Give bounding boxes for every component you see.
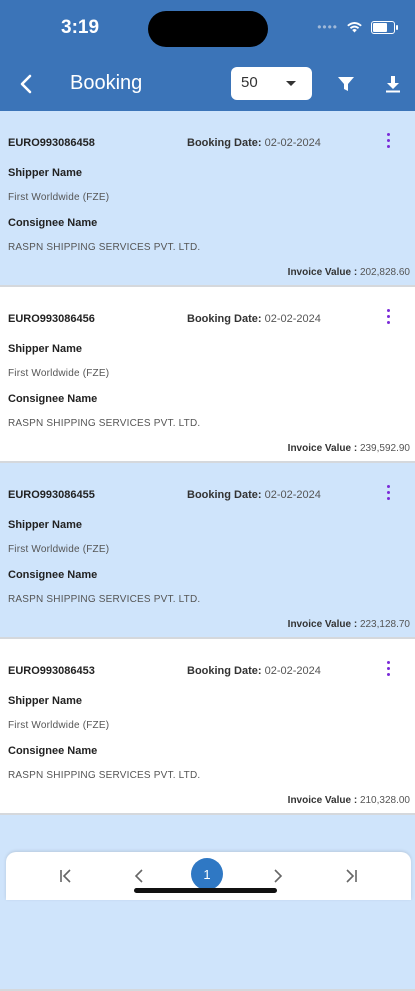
- booking-date-label: Booking Date:: [187, 137, 262, 149]
- chevron-right-icon: [274, 869, 283, 883]
- booking-date-value: 02-02-2024: [264, 489, 321, 501]
- chevron-left-icon: [134, 869, 143, 883]
- booking-card[interactable]: EURO993086453 Booking Date: 02-02-2024 S…: [0, 639, 415, 815]
- shipper-label: Shipper Name: [8, 695, 82, 707]
- invoice-label: Invoice Value :: [287, 267, 358, 278]
- consignee-label: Consignee Name: [8, 217, 98, 229]
- invoice-label: Invoice Value :: [287, 619, 358, 630]
- consignee-label: Consignee Name: [8, 393, 98, 405]
- consignee-value: RASPN SHIPPING SERVICES PVT. LTD.: [8, 770, 201, 781]
- consignee-value: RASPN SHIPPING SERVICES PVT. LTD.: [8, 242, 201, 253]
- battery-icon: [371, 20, 398, 34]
- last-page-button[interactable]: [341, 866, 361, 886]
- booking-date: Booking Date: 02-02-2024: [187, 489, 321, 501]
- page-size-value: 50: [241, 74, 258, 91]
- status-bar: 3:19 ••••: [0, 0, 415, 56]
- shipper-value: First Worldwide (FZE): [8, 192, 110, 203]
- booking-date-value: 02-02-2024: [264, 665, 321, 677]
- filter-button[interactable]: [333, 70, 359, 98]
- current-page-button[interactable]: 1: [191, 858, 223, 890]
- booking-date: Booking Date: 02-02-2024: [187, 665, 321, 677]
- shipper-value: First Worldwide (FZE): [8, 544, 110, 555]
- booking-date-label: Booking Date:: [187, 489, 262, 501]
- booking-card[interactable]: EURO993086455 Booking Date: 02-02-2024 S…: [0, 463, 415, 639]
- wifi-icon: [347, 22, 362, 33]
- download-button[interactable]: [380, 70, 406, 98]
- more-options-icon[interactable]: [380, 309, 396, 329]
- status-icons: ••••: [317, 20, 398, 34]
- page-size-select[interactable]: 50: [231, 67, 312, 100]
- booking-card[interactable]: EURO993086458 Booking Date: 02-02-2024 S…: [0, 111, 415, 287]
- more-options-icon[interactable]: [380, 485, 396, 505]
- booking-id: EURO993086455: [8, 489, 95, 501]
- invoice-value: Invoice Value : 202,828.60: [288, 267, 410, 278]
- app-header: 3:19 •••• Booking 50: [0, 0, 415, 111]
- dynamic-island: [148, 11, 268, 47]
- back-button[interactable]: [10, 66, 42, 102]
- booking-id: EURO993086458: [8, 137, 95, 149]
- invoice-amount: 210,328.00: [359, 795, 410, 806]
- invoice-label: Invoice Value :: [287, 795, 358, 806]
- consignee-value: RASPN SHIPPING SERVICES PVT. LTD.: [8, 418, 201, 429]
- caret-down-icon: [286, 81, 296, 86]
- nav-bar: Booking 50: [0, 56, 415, 111]
- first-page-button[interactable]: [56, 866, 76, 886]
- invoice-amount: 239,592.90: [359, 443, 410, 454]
- filter-icon: [338, 77, 354, 91]
- cellular-icon: ••••: [317, 20, 338, 34]
- booking-card-partial[interactable]: [0, 815, 415, 991]
- invoice-value: Invoice Value : 210,328.00: [288, 795, 410, 806]
- consignee-label: Consignee Name: [8, 745, 98, 757]
- first-page-icon: [60, 869, 71, 883]
- booking-date-label: Booking Date:: [187, 313, 262, 325]
- invoice-amount: 202,828.60: [359, 267, 410, 278]
- shipper-label: Shipper Name: [8, 519, 82, 531]
- chevron-left-icon: [20, 74, 32, 94]
- shipper-value: First Worldwide (FZE): [8, 368, 110, 379]
- consignee-label: Consignee Name: [8, 569, 98, 581]
- page-title: Booking: [70, 72, 143, 94]
- booking-date-label: Booking Date:: [187, 665, 262, 677]
- download-icon: [386, 76, 400, 93]
- last-page-icon: [346, 869, 357, 883]
- invoice-value: Invoice Value : 239,592.90: [288, 443, 410, 454]
- booking-id: EURO993086456: [8, 313, 95, 325]
- consignee-value: RASPN SHIPPING SERVICES PVT. LTD.: [8, 594, 201, 605]
- booking-date: Booking Date: 02-02-2024: [187, 313, 321, 325]
- booking-date-value: 02-02-2024: [264, 137, 321, 149]
- shipper-label: Shipper Name: [8, 167, 82, 179]
- booking-id: EURO993086453: [8, 665, 95, 677]
- prev-page-button[interactable]: [129, 866, 149, 886]
- shipper-label: Shipper Name: [8, 343, 82, 355]
- status-time: 3:19: [61, 17, 100, 38]
- booking-date: Booking Date: 02-02-2024: [187, 137, 321, 149]
- invoice-value: Invoice Value : 223,128.70: [288, 619, 410, 630]
- shipper-value: First Worldwide (FZE): [8, 720, 110, 731]
- more-options-icon[interactable]: [380, 661, 396, 681]
- home-indicator: [134, 888, 277, 893]
- booking-date-value: 02-02-2024: [264, 313, 321, 325]
- more-options-icon[interactable]: [380, 133, 396, 153]
- invoice-label: Invoice Value :: [287, 443, 358, 454]
- next-page-button[interactable]: [268, 866, 288, 886]
- booking-card[interactable]: EURO993086456 Booking Date: 02-02-2024 S…: [0, 287, 415, 463]
- invoice-amount: 223,128.70: [359, 619, 410, 630]
